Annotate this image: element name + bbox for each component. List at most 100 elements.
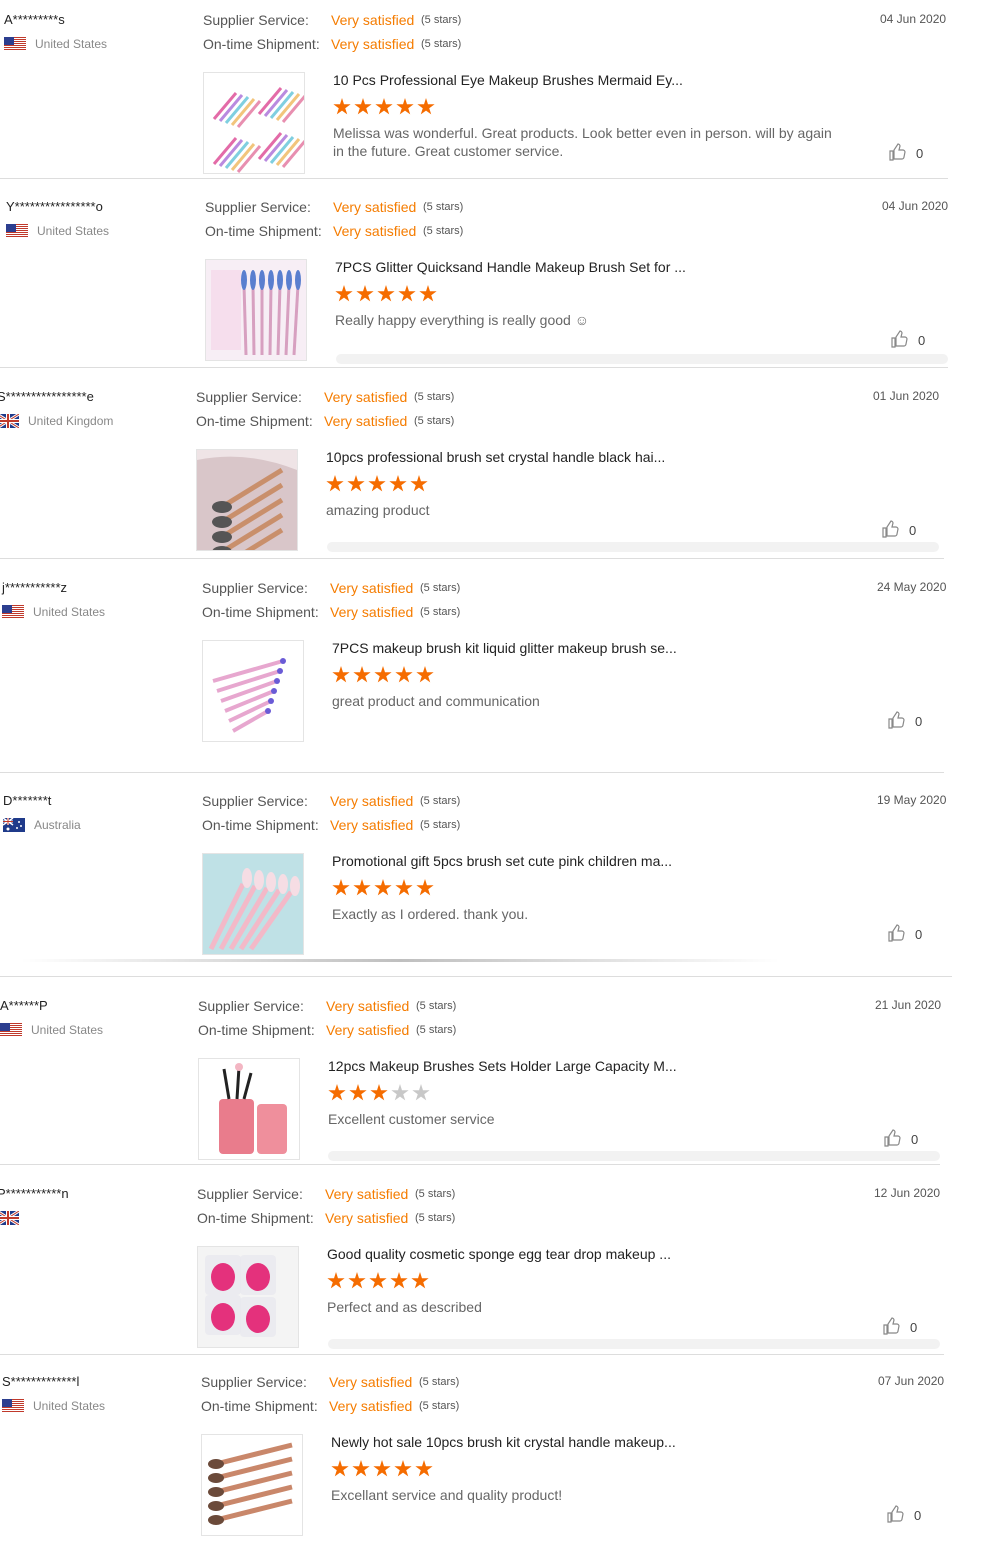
review-item: P***********n Supplier Service: Very satis…	[0, 1174, 988, 1361]
star-icon	[349, 1084, 367, 1101]
star-rating	[327, 1272, 429, 1290]
product-title-link[interactable]: 7PCS Glitter Quicksand Handle Makeup Bru…	[335, 259, 686, 275]
product-thumbnail[interactable]	[198, 1058, 300, 1160]
buyer-name: Y****************o	[6, 199, 103, 214]
star-icon	[373, 1460, 391, 1477]
product-title-link[interactable]: 10pcs professional brush set crystal han…	[326, 449, 665, 465]
product-title-link[interactable]: 12pcs Makeup Brushes Sets Holder Large C…	[328, 1058, 677, 1074]
like-button[interactable]: 0	[887, 710, 922, 733]
review-date: 04 Jun 2020	[880, 12, 947, 26]
like-button[interactable]: 0	[882, 1316, 917, 1339]
star-icon	[390, 1272, 408, 1289]
star-icon	[332, 666, 350, 683]
country-label: United States	[31, 1023, 104, 1037]
star-rating	[332, 879, 434, 897]
star-icon	[374, 666, 392, 683]
review-comment: Really happy everything is really good ☺	[335, 312, 589, 328]
au-flag-icon	[3, 818, 25, 832]
supplier-service-stars: (5 stars)	[419, 1376, 460, 1388]
ontime-shipment-value: Very satisfied	[325, 1210, 409, 1226]
product-title-link[interactable]: Good quality cosmetic sponge egg tear dr…	[327, 1246, 671, 1262]
ontime-shipment-label: On-time Shipment:	[197, 1210, 314, 1226]
ontime-shipment-stars: (5 stars)	[416, 1024, 457, 1036]
thumbs-up-icon	[887, 710, 907, 733]
like-button[interactable]: 0	[886, 1504, 921, 1527]
star-icon	[398, 285, 416, 302]
product-title-link[interactable]: Newly hot sale 10pcs brush kit crystal h…	[331, 1434, 676, 1450]
thumbs-up-icon	[887, 923, 907, 946]
star-icon	[327, 1272, 345, 1289]
supplier-service-value: Very satisfied	[330, 793, 414, 809]
buyer-name: j***********z	[2, 580, 68, 595]
buyer-country: Australia	[3, 818, 81, 832]
ontime-shipment-value: Very satisfied	[326, 1022, 410, 1038]
supplier-service-label: Supplier Service:	[197, 1186, 303, 1202]
buyer-country: United States	[4, 37, 107, 51]
supplier-service-label: Supplier Service:	[205, 199, 311, 215]
thumbs-up-icon	[882, 1316, 902, 1339]
supplier-service-value: Very satisfied	[329, 1374, 413, 1390]
product-title-link[interactable]: 10 Pcs Professional Eye Makeup Brushes M…	[333, 72, 683, 88]
product-thumbnail[interactable]	[202, 853, 304, 955]
like-button[interactable]: 0	[881, 519, 916, 542]
like-button[interactable]: 0	[890, 329, 925, 352]
star-icon	[417, 98, 435, 115]
star-icon	[416, 879, 434, 896]
product-thumbnail[interactable]	[202, 640, 304, 742]
star-icon	[377, 285, 395, 302]
like-count: 0	[916, 146, 924, 161]
like-button[interactable]: 0	[888, 142, 923, 165]
ontime-shipment-value: Very satisfied	[333, 223, 417, 239]
horizontal-scrollbar[interactable]	[327, 542, 939, 552]
supplier-service-stars: (5 stars)	[414, 391, 455, 403]
supplier-service-value: Very satisfied	[331, 12, 415, 28]
buyer-name: D*******t	[3, 793, 52, 808]
supplier-service-stars: (5 stars)	[420, 795, 461, 807]
review-date: 01 Jun 2020	[873, 389, 940, 403]
supplier-service-value: Very satisfied	[325, 1186, 409, 1202]
review-divider	[0, 367, 948, 368]
review-date: 24 May 2020	[877, 580, 947, 594]
thumbs-up-icon	[886, 1504, 906, 1527]
product-thumbnail[interactable]	[203, 72, 305, 174]
supplier-service-value: Very satisfied	[326, 998, 410, 1014]
buyer-country	[0, 1211, 28, 1225]
review-comment: Exactly as I ordered. thank you.	[332, 906, 529, 922]
like-count: 0	[911, 1132, 919, 1147]
thumbs-up-icon	[881, 519, 901, 542]
review-item: A*********s United States Supplier Service…	[0, 0, 988, 187]
ontime-shipment-stars: (5 stars)	[423, 225, 464, 237]
like-button[interactable]: 0	[887, 923, 922, 946]
supplier-service-label: Supplier Service:	[202, 793, 308, 809]
buyer-country: United States	[2, 605, 105, 619]
product-title-link[interactable]: Promotional gift 5pcs brush set cute pin…	[332, 853, 672, 869]
supplier-service-stars: (5 stars)	[421, 14, 462, 26]
us-flag-icon	[4, 37, 26, 51]
like-count: 0	[910, 1320, 918, 1335]
star-icon	[326, 475, 344, 492]
product-title-link[interactable]: 7PCS makeup brush kit liquid glitter mak…	[332, 640, 677, 656]
star-icon	[419, 285, 437, 302]
ontime-shipment-stars: (5 stars)	[420, 819, 461, 831]
star-icon	[368, 475, 386, 492]
product-thumbnail[interactable]	[196, 449, 298, 551]
ontime-shipment-stars: (5 stars)	[421, 38, 462, 50]
product-thumbnail[interactable]	[205, 259, 307, 361]
like-button[interactable]: 0	[883, 1128, 918, 1151]
horizontal-scrollbar[interactable]	[328, 1339, 940, 1349]
product-thumbnail[interactable]	[201, 1434, 303, 1536]
review-comment: Excellant service and quality product!	[331, 1487, 563, 1503]
ontime-shipment-label: On-time Shipment:	[205, 223, 322, 239]
ontime-shipment-stars: (5 stars)	[419, 1400, 460, 1412]
supplier-service-label: Supplier Service:	[196, 389, 302, 405]
star-icon	[395, 879, 413, 896]
supplier-service-label: Supplier Service:	[203, 12, 309, 28]
horizontal-scrollbar[interactable]	[336, 354, 948, 364]
star-rating	[335, 285, 437, 303]
buyer-country: United States	[0, 1023, 103, 1037]
star-icon	[394, 1460, 412, 1477]
product-thumbnail[interactable]	[197, 1246, 299, 1348]
review-item: D*******t Australia Supplier Service: Very …	[0, 781, 988, 968]
horizontal-scrollbar[interactable]	[328, 1151, 940, 1161]
supplier-service-label: Supplier Service:	[202, 580, 308, 596]
